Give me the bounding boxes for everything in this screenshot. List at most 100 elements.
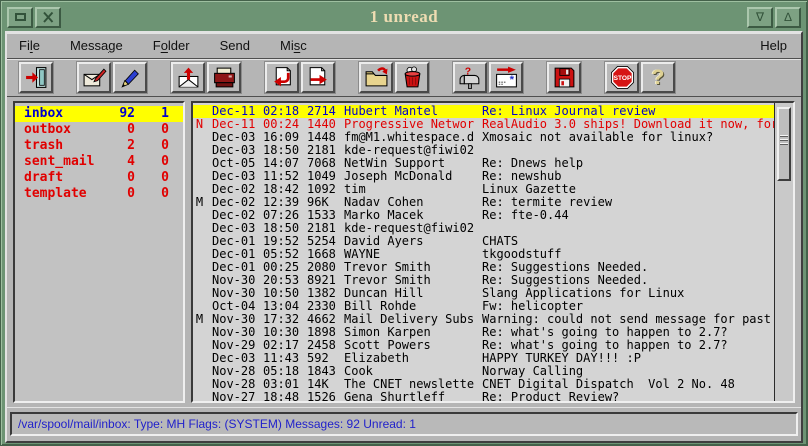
- print-button[interactable]: [207, 62, 241, 93]
- receive-button[interactable]: [171, 62, 205, 93]
- message-time: 00:25: [263, 261, 300, 274]
- message-subj: Re: termite review: [482, 196, 774, 209]
- message-row[interactable]: Nov-3010:301898Simon KarpenRe: what's go…: [193, 326, 774, 339]
- menu-item-send[interactable]: Send: [214, 38, 256, 53]
- message-size: 1843: [307, 365, 337, 378]
- message-size: 1526: [307, 391, 337, 403]
- message-time: 07:26: [263, 209, 300, 222]
- message-subj: tkgoodstuff: [482, 248, 774, 261]
- maximize-button[interactable]: ∆: [775, 7, 801, 28]
- edit-button[interactable]: [113, 62, 147, 93]
- message-row[interactable]: NDec-1100:241440Progressive NetworRealAu…: [193, 118, 774, 131]
- folder-row-inbox[interactable]: inbox921: [15, 106, 183, 122]
- message-row[interactable]: Dec-0311:521049Joseph McDonaldRe: newshu…: [193, 170, 774, 183]
- message-row[interactable]: Dec-0100:252080Trevor SmithRe: Suggestio…: [193, 261, 774, 274]
- delete-button[interactable]: [395, 62, 429, 93]
- menu-item-misc[interactable]: Misc: [274, 38, 313, 53]
- message-time: 02:17: [263, 339, 300, 352]
- message-flag: [193, 183, 206, 196]
- message-from: Hubert Mantel: [344, 105, 475, 118]
- send-queued-button[interactable]: *: [489, 62, 523, 93]
- exit-button[interactable]: [19, 62, 53, 93]
- menu-item-folder[interactable]: Folder: [147, 38, 196, 53]
- menu-item-file[interactable]: File: [13, 38, 46, 53]
- check-mail-button[interactable]: ?: [453, 62, 487, 93]
- message-date: Dec-11: [212, 105, 256, 118]
- reply-button[interactable]: [265, 62, 299, 93]
- folder-row-template[interactable]: template00: [15, 186, 183, 202]
- menu-item-message[interactable]: Message: [64, 38, 129, 53]
- message-row[interactable]: Dec-0207:261533Marko MacekRe: fte-0.44: [193, 209, 774, 222]
- message-time: 10:50: [263, 287, 300, 300]
- message-flag: [193, 261, 206, 274]
- message-row[interactable]: Dec-0316:091448fm@M1.whitespace.dXmosaic…: [193, 131, 774, 144]
- save-button[interactable]: [547, 62, 581, 93]
- message-flag: [193, 144, 206, 157]
- message-row[interactable]: Dec-0318:502181kde-request@fiwi02: [193, 222, 774, 235]
- message-row[interactable]: MDec-0212:3996KNadav CohenRe: termite re…: [193, 196, 774, 209]
- scrollbar-thumb[interactable]: [777, 107, 791, 181]
- message-row[interactable]: MNov-3017:324662Mail Delivery SubsWarnin…: [193, 313, 774, 326]
- compose-button[interactable]: [77, 62, 111, 93]
- iconify-button[interactable]: [7, 7, 33, 28]
- forward-arrow-icon: [306, 65, 331, 90]
- message-list-scrollbar[interactable]: [774, 103, 793, 401]
- message-row[interactable]: Dec-1102:182714Hubert MantelRe: Linux Jo…: [193, 105, 774, 118]
- forward-button[interactable]: [301, 62, 335, 93]
- message-row[interactable]: Nov-2805:181843CookNorway Calling: [193, 365, 774, 378]
- message-time: 17:32: [263, 313, 300, 326]
- message-subj: Re: fte-0.44: [482, 209, 774, 222]
- folder-row-outbox[interactable]: outbox00: [15, 122, 183, 138]
- help-button[interactable]: ?: [641, 62, 675, 93]
- folder-name: draft: [24, 170, 97, 186]
- message-from: fm@M1.whitespace.d: [344, 131, 475, 144]
- message-flag: [193, 378, 206, 391]
- svg-text:*: *: [509, 74, 514, 86]
- printer-icon: [212, 65, 237, 90]
- message-row[interactable]: Dec-0105:521668WAYNEtkgoodstuff: [193, 248, 774, 261]
- message-row[interactable]: Dec-0218:421092timLinux Gazette: [193, 183, 774, 196]
- message-date: Nov-28: [212, 378, 256, 391]
- message-row[interactable]: Nov-3010:501382Duncan HillSlang Applicat…: [193, 287, 774, 300]
- message-subj: Re: Linux Journal review: [482, 105, 774, 118]
- message-flag: [193, 365, 206, 378]
- message-row[interactable]: Oct-0514:077068NetWin SupportRe: Dnews h…: [193, 157, 774, 170]
- menu-item-help[interactable]: Help: [754, 38, 793, 53]
- message-size: 4662: [307, 313, 337, 326]
- message-date: Dec-01: [212, 261, 256, 274]
- message-size: 1533: [307, 209, 337, 222]
- message-row[interactable]: Nov-3020:538921Trevor SmithRe: Suggestio…: [193, 274, 774, 287]
- message-subj: Re: Dnews help: [482, 157, 774, 170]
- folder-row-trash[interactable]: trash20: [15, 138, 183, 154]
- message-list: Dec-1102:182714Hubert MantelRe: Linux Jo…: [191, 101, 795, 403]
- folder-name: trash: [24, 138, 97, 154]
- message-subj: HAPPY TURKEY DAY!!! :P: [482, 352, 774, 365]
- message-from: Gena Shurtleff: [344, 391, 475, 403]
- message-row[interactable]: Dec-0318:502181kde-request@fiwi02: [193, 144, 774, 157]
- message-row[interactable]: Oct-0413:042330Bill RohdeFw: helicopter: [193, 300, 774, 313]
- message-row[interactable]: Nov-2803:0114KThe CNET newsletteCNET Dig…: [193, 378, 774, 391]
- message-row[interactable]: Nov-2902:172458Scott PowersRe: what's go…: [193, 339, 774, 352]
- svg-text:STOP: STOP: [613, 75, 631, 82]
- close-button[interactable]: [35, 7, 61, 28]
- message-date: Dec-03: [212, 352, 256, 365]
- shade-button[interactable]: ∇: [747, 7, 773, 28]
- message-row[interactable]: Dec-0311:43592ElizabethHAPPY TURKEY DAY!…: [193, 352, 774, 365]
- folder-row-sent_mail[interactable]: sent_mail40: [15, 154, 183, 170]
- message-date: Nov-29: [212, 339, 256, 352]
- message-row[interactable]: Nov-2718:481526Gena ShurtleffRe: Product…: [193, 391, 774, 403]
- folder-row-draft[interactable]: draft00: [15, 170, 183, 186]
- message-row[interactable]: Dec-0119:525254David AyersCHATS: [193, 235, 774, 248]
- message-time: 18:42: [263, 183, 300, 196]
- message-from: Simon Karpen: [344, 326, 475, 339]
- message-from: Mail Delivery Subs: [344, 313, 475, 326]
- message-flag: [193, 352, 206, 365]
- stop-button[interactable]: STOP: [605, 62, 639, 93]
- message-from: Trevor Smith: [344, 261, 475, 274]
- move-to-folder-button[interactable]: [359, 62, 393, 93]
- message-time: 14:07: [263, 157, 300, 170]
- titlebar[interactable]: 1 unread ∇ ∆: [5, 5, 803, 29]
- message-from: kde-request@fiwi02: [344, 144, 475, 157]
- message-time: 12:39: [263, 196, 300, 209]
- message-time: 05:52: [263, 248, 300, 261]
